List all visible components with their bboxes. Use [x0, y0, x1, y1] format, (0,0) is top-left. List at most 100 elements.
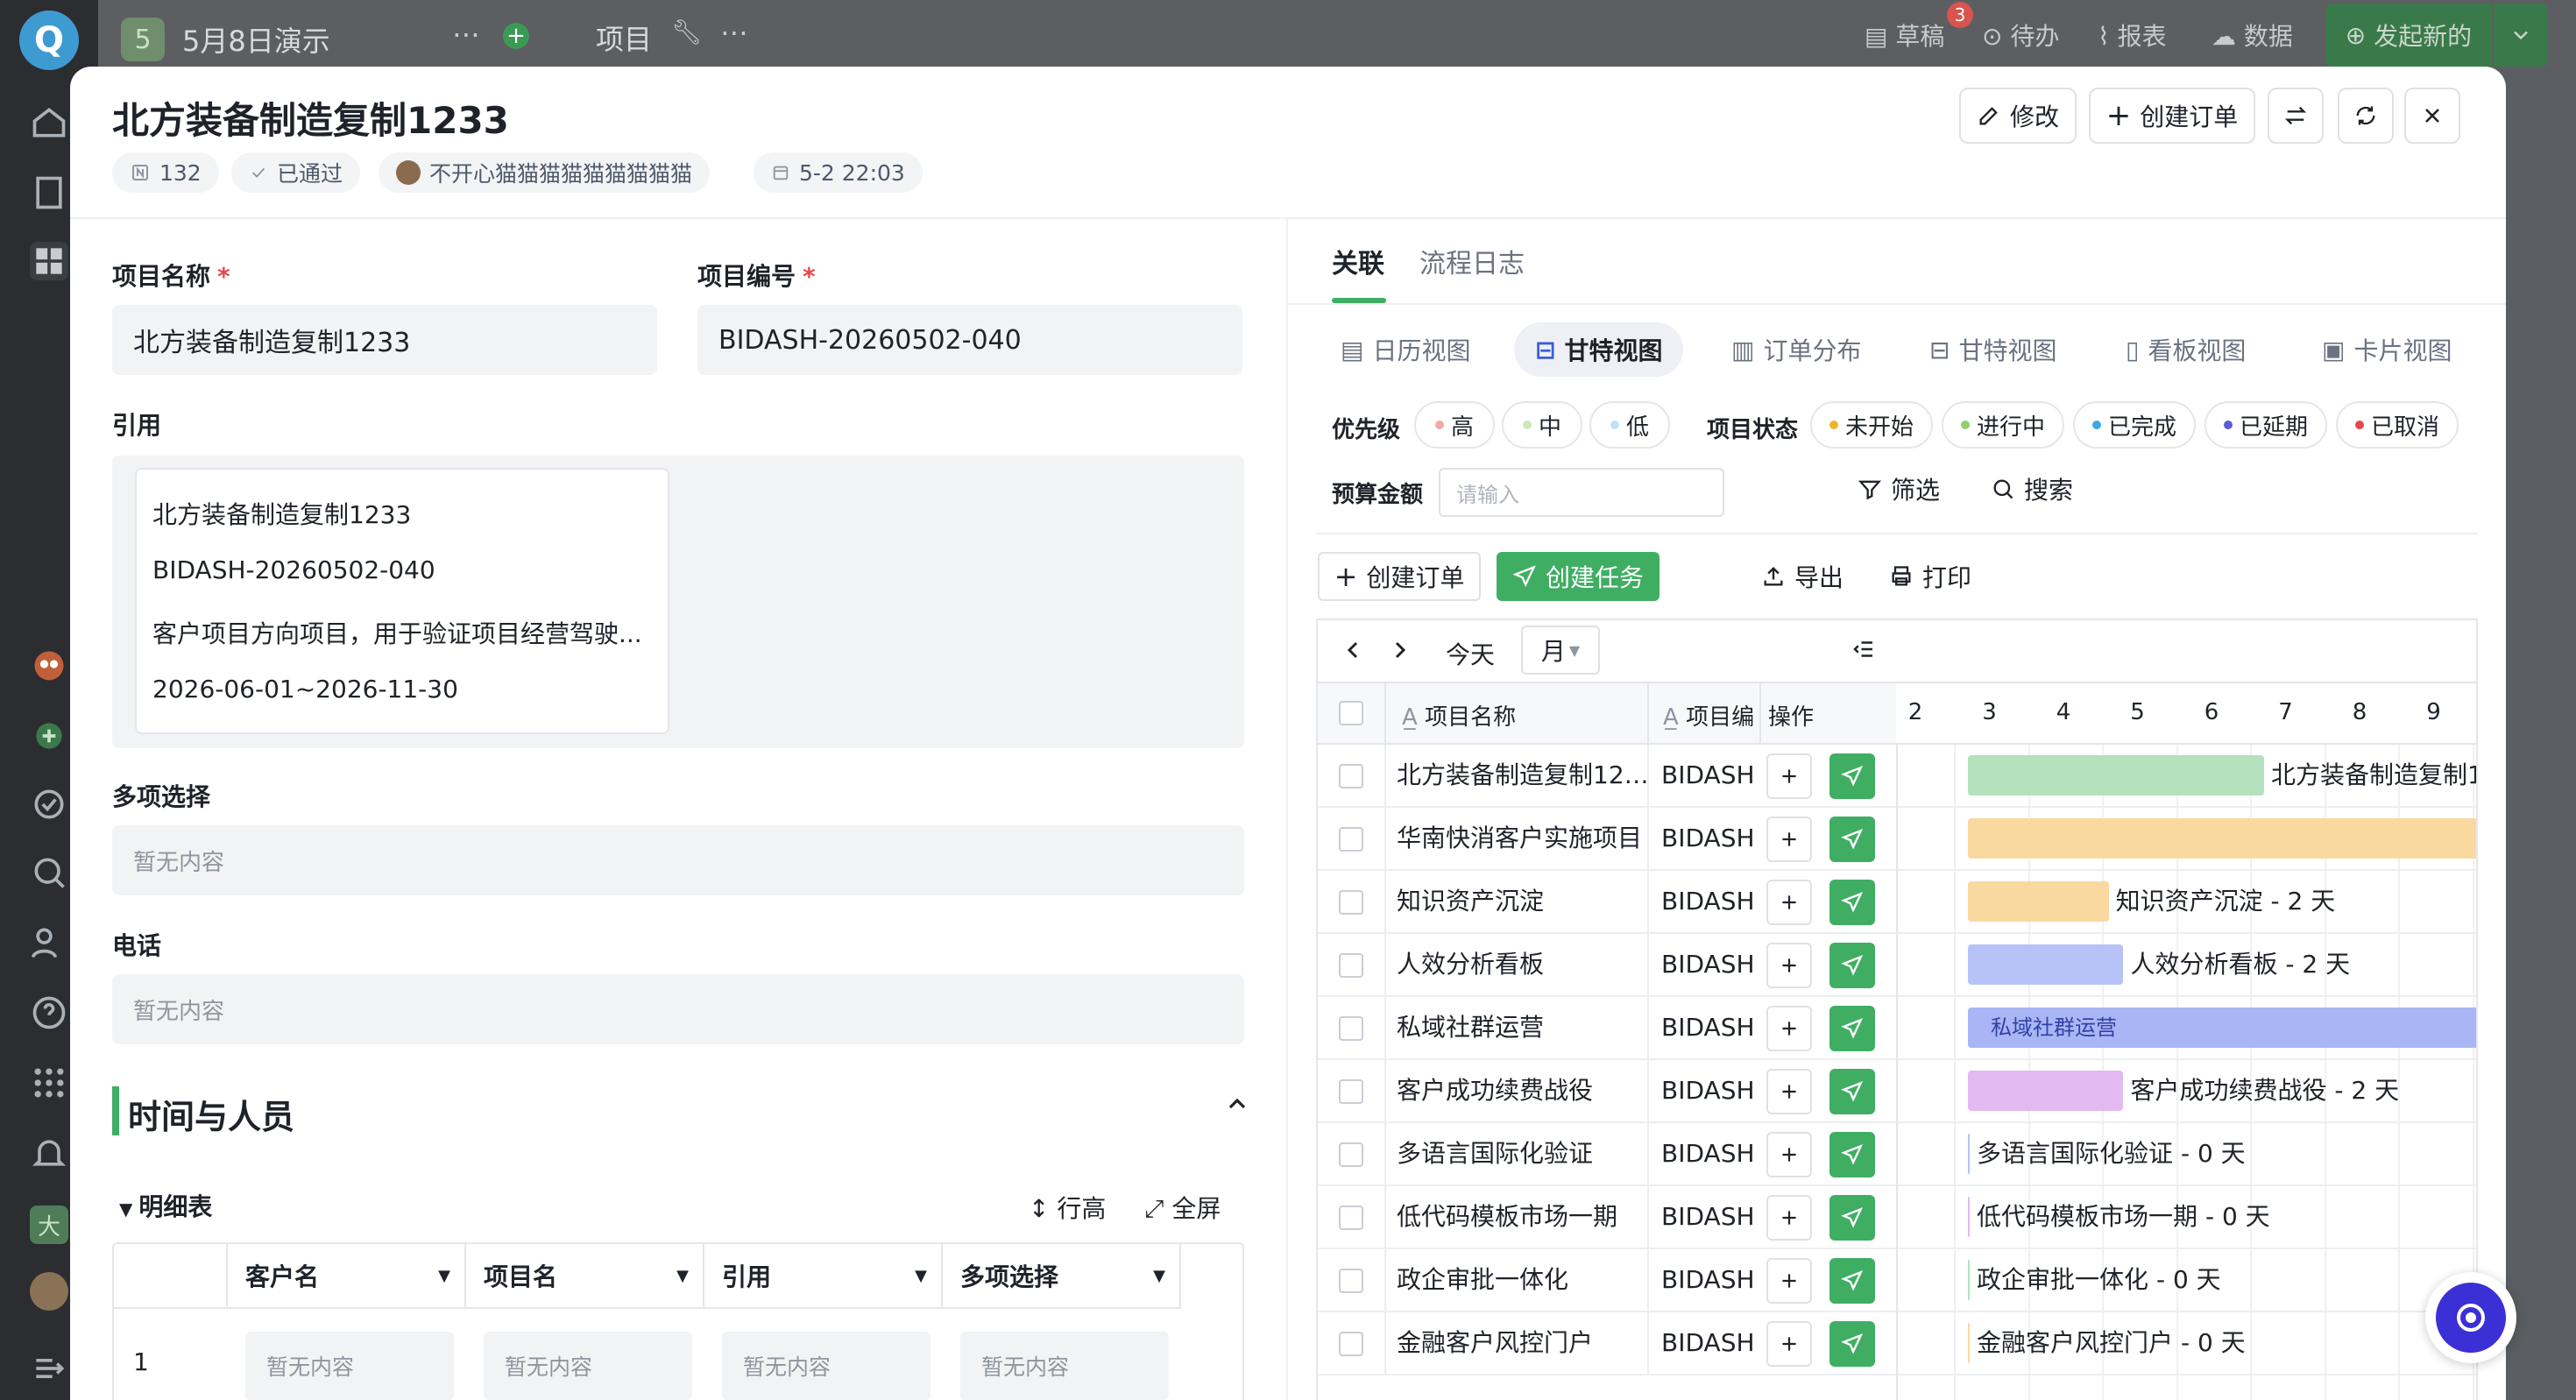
check-circle-icon[interactable]	[30, 785, 68, 824]
project-code-field[interactable]: BIDASH-20260502-040	[697, 305, 1242, 375]
project-name-field[interactable]: 北方装备制造复制1233	[112, 305, 657, 375]
gantt-row[interactable]: 金融客户风控门户 BIDASH	[1318, 1312, 1896, 1375]
gantt-row[interactable]: 多语言国际化验证 BIDASH	[1318, 1123, 1896, 1186]
search-button[interactable]: 搜索	[1991, 471, 2073, 506]
row-add-button[interactable]	[1766, 1195, 1812, 1241]
today-button[interactable]: 今天	[1446, 636, 1495, 671]
user-avatar[interactable]	[30, 1272, 68, 1311]
row-send-button[interactable]	[1829, 943, 1875, 988]
view-gantt[interactable]: ⊟ 甘特视图	[1514, 322, 1684, 377]
status-done-pill[interactable]: 已完成	[2073, 401, 2196, 449]
table-header[interactable]: 引用 ▼	[704, 1244, 943, 1309]
view-card[interactable]: ▣ 卡片视图	[2301, 322, 2473, 377]
add-icon[interactable]	[30, 717, 68, 755]
gantt-row[interactable]: 私域社群运营 BIDASH	[1318, 997, 1896, 1060]
gantt-bar[interactable]	[1968, 1071, 2124, 1111]
row-add-button[interactable]	[1766, 1006, 1812, 1051]
row-send-button[interactable]	[1829, 1321, 1875, 1367]
subtable-toggle[interactable]: ▼ 明细表	[119, 1188, 212, 1223]
row-checkbox[interactable]	[1339, 953, 1363, 978]
grid-dots-icon[interactable]	[30, 1064, 68, 1102]
status-delayed-pill[interactable]: 已延期	[2204, 401, 2327, 449]
gantt-bar[interactable]	[1968, 1323, 1971, 1363]
row-add-button[interactable]	[1766, 943, 1812, 988]
reports-link[interactable]: ⌇ 报表	[2098, 18, 2167, 53]
row-send-button[interactable]	[1829, 880, 1875, 925]
create-task-button[interactable]: 创建任务	[1497, 552, 1660, 601]
gantt-bar[interactable]	[1968, 1134, 1971, 1174]
row-send-button[interactable]	[1829, 817, 1875, 862]
close-button[interactable]	[2404, 88, 2460, 144]
workspace-title[interactable]: 5月8日演示	[182, 19, 330, 60]
row-checkbox[interactable]	[1339, 1269, 1363, 1293]
edit-button[interactable]: 修改	[1959, 88, 2077, 144]
fullscreen-button[interactable]: ⤢ 全屏	[1144, 1190, 1221, 1225]
row-send-button[interactable]	[1829, 1132, 1875, 1177]
row-send-button[interactable]	[1829, 1195, 1875, 1241]
new-button[interactable]: ⊕ 发起新的	[2325, 4, 2492, 67]
priority-mid-pill[interactable]: 中	[1502, 401, 1582, 449]
view-calendar[interactable]: ▤ 日历视图	[1320, 322, 1491, 377]
new-dropdown-button[interactable]	[2494, 4, 2548, 67]
multi-select-field[interactable]: 暂无内容	[112, 825, 1244, 895]
workspace-number[interactable]: 5	[121, 18, 165, 61]
creator-chip[interactable]: 不开心猫猫猫猫猫猫猫猫猫	[379, 152, 711, 193]
row-checkbox[interactable]	[1339, 1206, 1363, 1230]
reference-card[interactable]: 北方装备制造复制1233 BIDASH-20260502-040 客户项目方向项…	[135, 468, 669, 734]
todo-link[interactable]: ⊙ 待办	[1982, 18, 2059, 53]
row-checkbox[interactable]	[1339, 764, 1363, 788]
gantt-row[interactable]: 低代码模板市场一期 BIDASH	[1318, 1186, 1896, 1249]
row-checkbox[interactable]	[1339, 890, 1363, 915]
collapse-panel-button[interactable]	[1851, 636, 1877, 666]
gantt-row[interactable]: 政企审批一体化 BIDASH	[1318, 1249, 1896, 1312]
project-nav-title[interactable]: 项目	[596, 18, 652, 58]
table-cell[interactable]: 暂无内容	[722, 1332, 931, 1400]
row-checkbox[interactable]	[1339, 1332, 1363, 1356]
row-send-button[interactable]	[1829, 753, 1875, 799]
gantt-create-order-button[interactable]: + 创建订单	[1318, 552, 1481, 601]
export-button[interactable]: 导出	[1754, 552, 1851, 601]
row-add-button[interactable]	[1766, 1069, 1812, 1114]
more-icon[interactable]: ⋯	[452, 18, 480, 51]
row-send-button[interactable]	[1829, 1258, 1875, 1304]
row-checkbox[interactable]	[1339, 1142, 1363, 1167]
ai-assistant-button[interactable]	[2425, 1272, 2516, 1363]
budget-input[interactable]: 请输入	[1439, 468, 1724, 517]
select-all-checkbox[interactable]	[1339, 701, 1363, 725]
gantt-row[interactable]: 华南快消客户实施项目 BIDASH	[1318, 808, 1896, 871]
gantt-bar[interactable]	[1968, 944, 2124, 985]
data-link[interactable]: ☁︎ 数据	[2212, 18, 2293, 53]
status-cancelled-pill[interactable]: 已取消	[2336, 401, 2459, 449]
prev-button[interactable]	[1339, 636, 1367, 668]
row-height-button[interactable]: ↕ 行高	[1029, 1190, 1106, 1225]
row-send-button[interactable]	[1829, 1069, 1875, 1114]
door-icon[interactable]	[30, 173, 68, 212]
column-header-code[interactable]: A̲ 项目编	[1663, 699, 1759, 732]
bell-icon[interactable]	[30, 1134, 68, 1172]
owl-icon[interactable]	[30, 645, 68, 683]
view-order-distribution[interactable]: ▥ 订单分布	[1710, 322, 1882, 377]
row-add-button[interactable]	[1766, 1132, 1812, 1177]
swap-button[interactable]	[2268, 88, 2324, 144]
table-header[interactable]: 多项选择 ▼	[943, 1244, 1181, 1309]
time-unit-select[interactable]: 月 ▼	[1521, 626, 1600, 675]
tab-process-log[interactable]: 流程日志	[1419, 242, 1525, 280]
row-add-button[interactable]	[1766, 753, 1812, 799]
phone-field[interactable]: 暂无内容	[112, 974, 1244, 1044]
row-add-button[interactable]	[1766, 1321, 1812, 1367]
gantt-row[interactable]: 客户成功续费战役 BIDASH	[1318, 1060, 1896, 1123]
users-icon[interactable]	[30, 923, 68, 962]
gantt-bar[interactable]	[1968, 818, 2476, 859]
gantt-row[interactable]: 知识资产沉淀 BIDASH	[1318, 871, 1896, 934]
add-workspace-icon[interactable]: +	[503, 23, 529, 49]
refresh-button[interactable]	[2338, 88, 2394, 144]
search-icon[interactable]	[30, 853, 68, 892]
priority-high-pill[interactable]: 高	[1414, 401, 1495, 449]
next-button[interactable]	[1386, 636, 1414, 668]
row-checkbox[interactable]	[1339, 827, 1363, 852]
filter-button[interactable]: 筛选	[1858, 471, 1940, 506]
home-icon[interactable]	[30, 103, 68, 142]
drafts-link[interactable]: ▤ 草稿	[1865, 18, 1944, 53]
gantt-bar[interactable]	[1968, 1260, 1971, 1300]
row-add-button[interactable]	[1766, 1258, 1812, 1304]
